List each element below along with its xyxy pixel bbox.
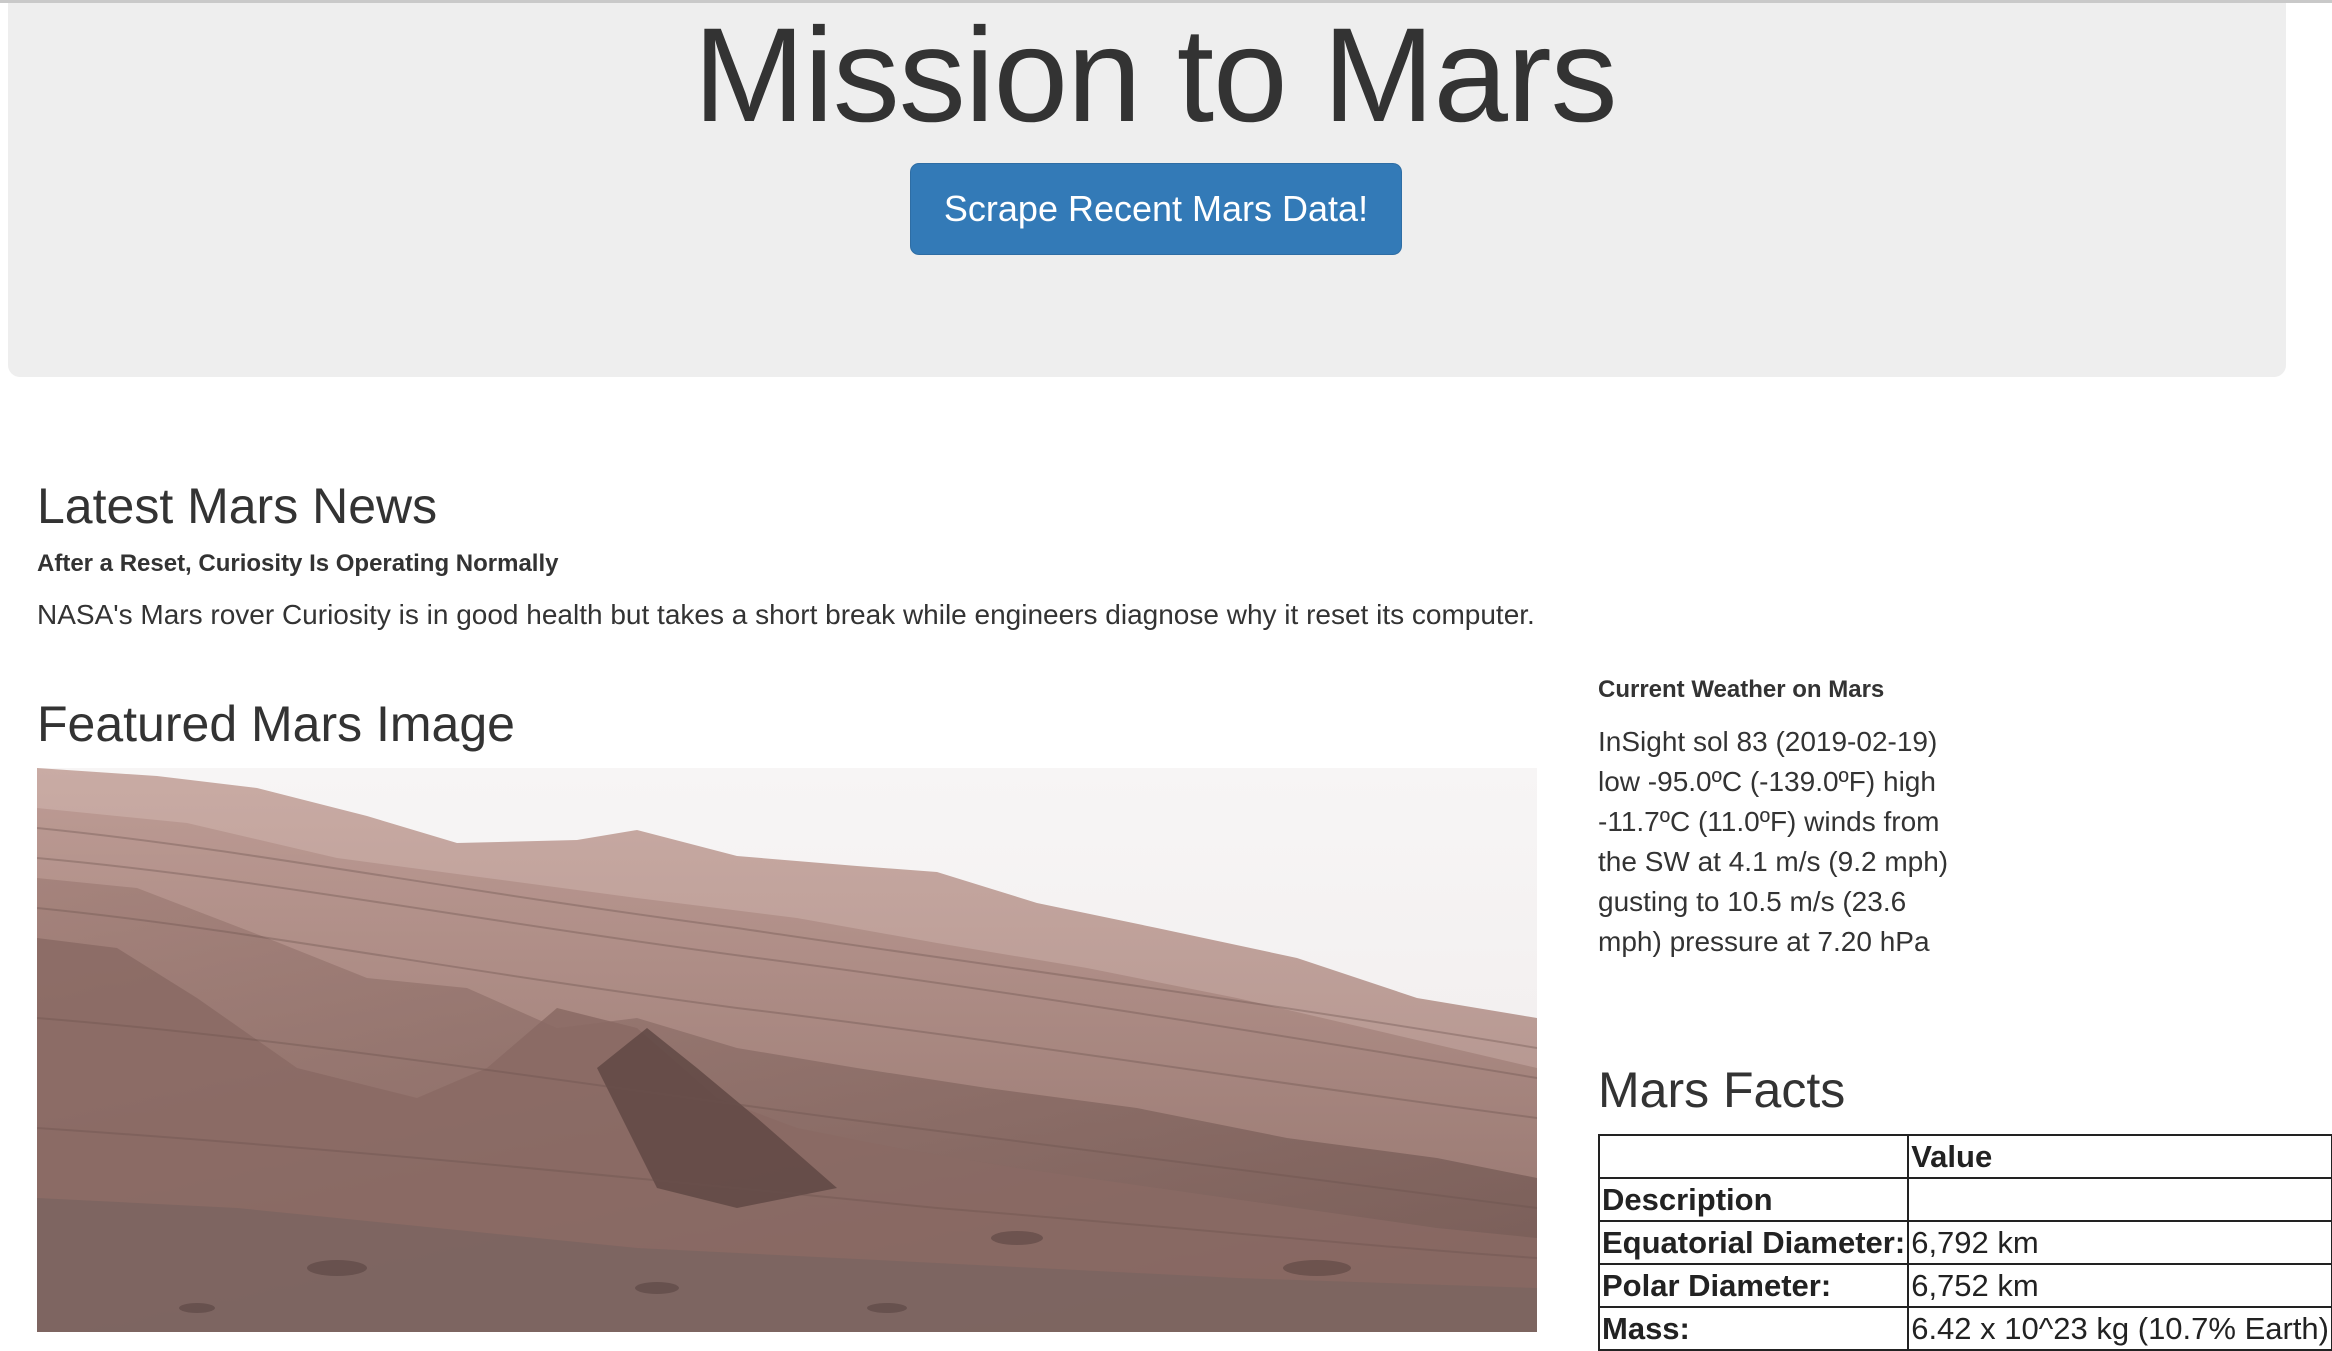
table-header-value: Value xyxy=(1907,1134,2332,1179)
table-header-blank xyxy=(1597,1134,1910,1179)
page-title: Mission to Mars xyxy=(693,1,1617,150)
featured-mars-image[interactable] xyxy=(37,768,1537,1332)
featured-image-heading: Featured Mars Image xyxy=(37,696,515,752)
news-title: After a Reset, Curiosity Is Operating No… xyxy=(37,550,559,577)
header-jumbotron: Mission to Mars Scrape Recent Mars Data! xyxy=(8,3,2286,377)
weather-report: InSight sol 83 (2019-02-19) low -95.0ºC … xyxy=(1598,726,1949,957)
news-body: NASA's Mars rover Curiosity is in good h… xyxy=(37,599,1535,630)
fact-value: 6.42 x 10^23 kg (10.7% Earth) xyxy=(1907,1306,2332,1351)
table-row: Description xyxy=(1597,1177,2332,1222)
mars-facts-table: Value Description Equatorial Diameter: 6… xyxy=(1597,1134,2332,1351)
fact-label: Mass: xyxy=(1597,1306,1910,1351)
fact-label: Equatorial Diameter: xyxy=(1597,1220,1910,1265)
mars-landscape-image xyxy=(37,768,1537,1332)
mars-facts-heading: Mars Facts xyxy=(1598,1062,1846,1118)
weather-label: Current Weather on Mars xyxy=(1598,676,1885,703)
fact-label: Description xyxy=(1597,1177,1910,1222)
table-row: Polar Diameter: 6,752 km xyxy=(1597,1263,2332,1308)
news-section-heading: Latest Mars News xyxy=(37,478,438,534)
table-header-row: Value xyxy=(1597,1134,2332,1179)
fact-value xyxy=(1907,1177,2332,1222)
fact-label: Polar Diameter: xyxy=(1597,1263,1910,1308)
fact-value: 6,752 km xyxy=(1907,1263,2332,1308)
table-row: Mass: 6.42 x 10^23 kg (10.7% Earth) xyxy=(1597,1306,2332,1351)
fact-value: 6,792 km xyxy=(1907,1220,2332,1265)
table-row: Equatorial Diameter: 6,792 km xyxy=(1597,1220,2332,1265)
scrape-button[interactable]: Scrape Recent Mars Data! xyxy=(910,163,1402,255)
